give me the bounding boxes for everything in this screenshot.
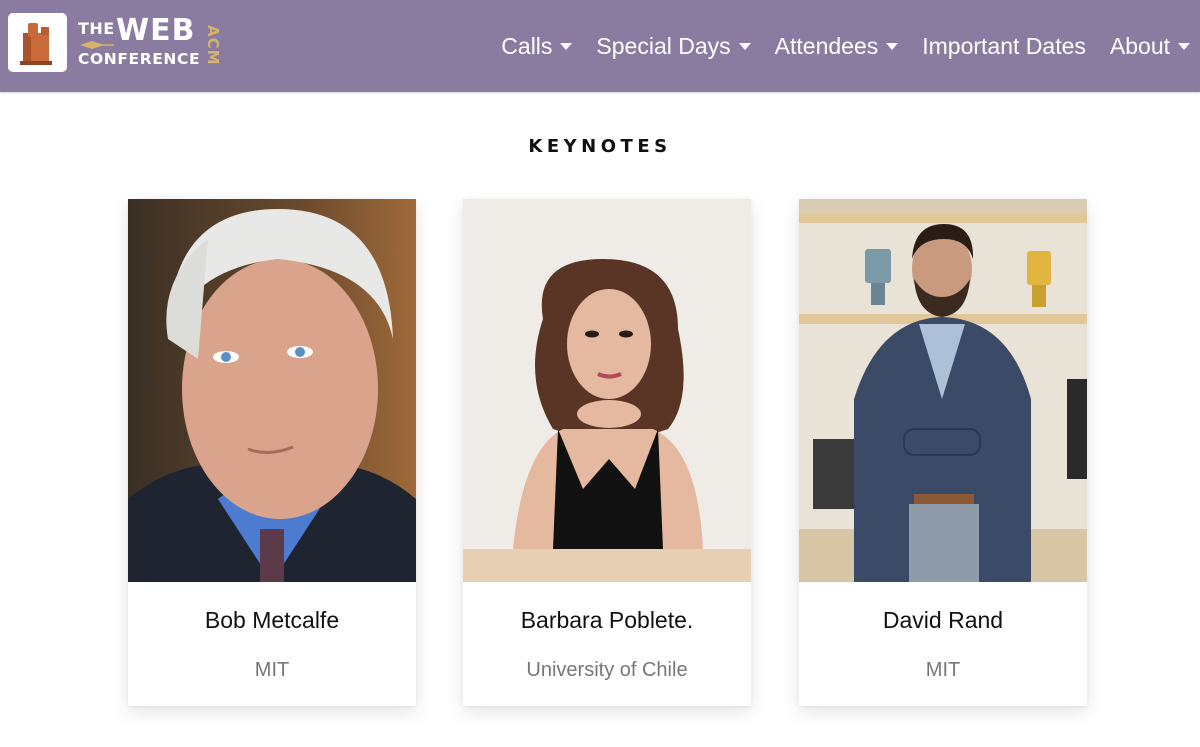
chevron-down-icon: [560, 42, 573, 50]
nav-special-days-label: Special Days: [596, 32, 731, 59]
speaker-affiliation: University of Chile: [526, 659, 688, 681]
speaker-photo: [799, 199, 1087, 582]
top-navbar: THE WEB CONFERENCE ACM Calls Special Day…: [0, 0, 1200, 92]
chevron-down-icon: [1178, 42, 1190, 50]
speaker-affiliation: MIT: [254, 659, 290, 681]
logo-web-text: WEB: [116, 13, 196, 48]
chevron-down-icon: [886, 42, 899, 50]
nav-about[interactable]: About: [1110, 33, 1190, 60]
conference-logo-icon: [8, 13, 67, 72]
conference-logo-link[interactable]: THE WEB CONFERENCE ACM: [8, 13, 226, 73]
nav-calls[interactable]: Calls: [501, 32, 573, 60]
speaker-photo: [128, 199, 416, 582]
chevron-down-icon: [738, 42, 751, 50]
nav-important-dates[interactable]: Important Dates: [922, 33, 1086, 60]
logo-conference-text: CONFERENCE: [78, 50, 201, 68]
nav-calls-label: Calls: [501, 32, 553, 59]
keynote-card[interactable]: Bob Metcalfe MIT: [128, 199, 416, 706]
speaker-photo: [463, 199, 751, 582]
speaker-affiliation: MIT: [925, 659, 961, 681]
speaker-name: Bob Metcalfe: [204, 607, 340, 633]
main-nav: Calls Special Days Attendees Important D…: [477, 28, 1190, 64]
keynote-card[interactable]: Barbara Poblete. University of Chile: [463, 199, 751, 706]
nav-attendees[interactable]: Attendees: [775, 33, 899, 60]
logo-diamond-icon: [80, 41, 114, 49]
logo-acm-badge: ACM: [204, 24, 222, 66]
keynote-card[interactable]: David Rand MIT: [799, 199, 1087, 706]
speaker-name: Barbara Poblete.: [520, 607, 694, 633]
nav-about-label: About: [1109, 32, 1170, 59]
nav-important-dates-label: Important Dates: [922, 32, 1086, 59]
keynotes-heading: KEYNOTES: [528, 136, 672, 157]
nav-special-days[interactable]: Special Days: [596, 32, 751, 60]
logo-the-text: THE: [78, 19, 115, 38]
conference-logo-wordmark: THE WEB CONFERENCE: [78, 13, 208, 73]
speaker-name: David Rand: [882, 607, 1004, 633]
nav-attendees-label: Attendees: [774, 32, 879, 59]
